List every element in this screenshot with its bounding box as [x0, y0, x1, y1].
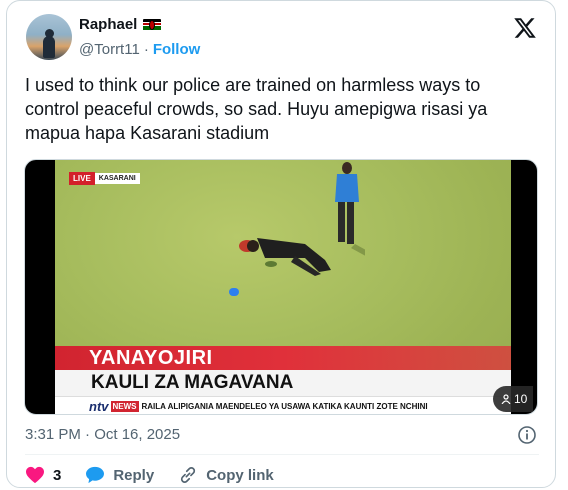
reply-button[interactable]: Reply: [85, 466, 154, 484]
person-icon: [501, 394, 511, 404]
action-bar: 3 Reply Copy link: [25, 465, 298, 485]
like-button[interactable]: 3: [25, 466, 61, 484]
author-avatar[interactable]: [26, 14, 72, 60]
like-count: 3: [53, 466, 62, 484]
divider: [25, 454, 539, 455]
ntv-logo: ntv: [89, 398, 109, 414]
news-tag: NEWS: [110, 400, 139, 412]
kenya-flag-icon: [143, 18, 162, 31]
reply-bubble-icon: [86, 466, 105, 484]
author-name-row[interactable]: Raphael: [79, 16, 162, 33]
headline-white-banner: KAULI ZA MAGAVANA: [55, 370, 511, 396]
headline-red-banner: YANAYOJIRI: [55, 346, 511, 370]
author-handle[interactable]: @Torrt11: [79, 41, 140, 58]
tweet-timestamp[interactable]: 3:31 PM · Oct 16, 2025: [25, 426, 180, 443]
viewer-count-pill[interactable]: 10: [493, 386, 533, 412]
blue-object: [229, 288, 239, 296]
link-icon: [181, 467, 196, 483]
ticker-text: RAILA ALIPIGANIA MAENDELEO YA USAWA KATI…: [141, 401, 428, 411]
copy-link-label: Copy link: [206, 466, 274, 484]
news-ticker: ntv NEWS RAILA ALIPIGANIA MAENDELEO YA U…: [55, 396, 511, 414]
avatar-figure-body: [43, 36, 55, 58]
live-label: LIVE: [69, 172, 95, 185]
location-label: KASARANI: [94, 173, 140, 184]
reply-label: Reply: [113, 466, 155, 484]
news-lower-third: YANAYOJIRI KAULI ZA MAGAVANA ntv NEWS RA…: [55, 346, 511, 414]
tweet-text: I used to think our police are trained o…: [25, 75, 488, 143]
follow-button[interactable]: Follow: [153, 41, 201, 58]
copy-link-button[interactable]: Copy link: [178, 465, 274, 485]
heart-icon: [26, 466, 44, 484]
tweet-media-video[interactable]: LIVE KASARANI YANAYOJIRI KAULI ZA MAGAVA…: [24, 159, 538, 415]
author-handle-row: @Torrt11 · Follow: [79, 41, 200, 58]
info-icon[interactable]: [517, 425, 537, 445]
x-logo-icon[interactable]: [513, 16, 537, 40]
author-display-name[interactable]: Raphael: [79, 16, 137, 33]
viewer-count: 10: [514, 392, 528, 406]
handle-separator: ·: [143, 41, 149, 58]
tweet-card[interactable]: Raphael @Torrt11 · Follow I used to thin…: [6, 0, 556, 488]
lying-person-figure: [239, 238, 331, 276]
live-badge: LIVE KASARANI: [69, 172, 140, 185]
